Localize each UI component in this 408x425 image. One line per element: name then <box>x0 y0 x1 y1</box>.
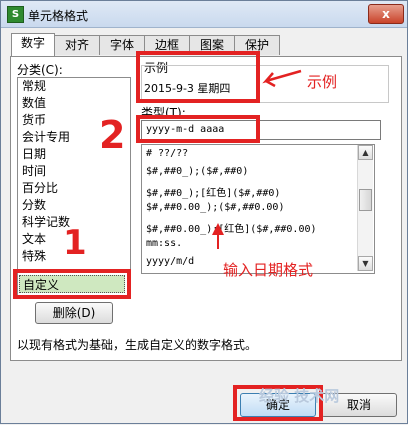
step-number-1: 1 <box>63 223 87 263</box>
step-number-2: 2 <box>99 113 126 157</box>
watermark: 经验 技术网 <box>259 387 340 405</box>
tab-number[interactable]: 数字 <box>11 33 55 56</box>
format-annotation: 输入日期格式 <box>223 261 314 279</box>
annotation-arrows <box>212 69 302 249</box>
format-cells-dialog: S 单元格格式 x 数字 对齐 字体 边框 图案 保护 分类(C): 常规 数值… <box>0 0 408 424</box>
sample-annotation: 示例 <box>307 73 338 91</box>
